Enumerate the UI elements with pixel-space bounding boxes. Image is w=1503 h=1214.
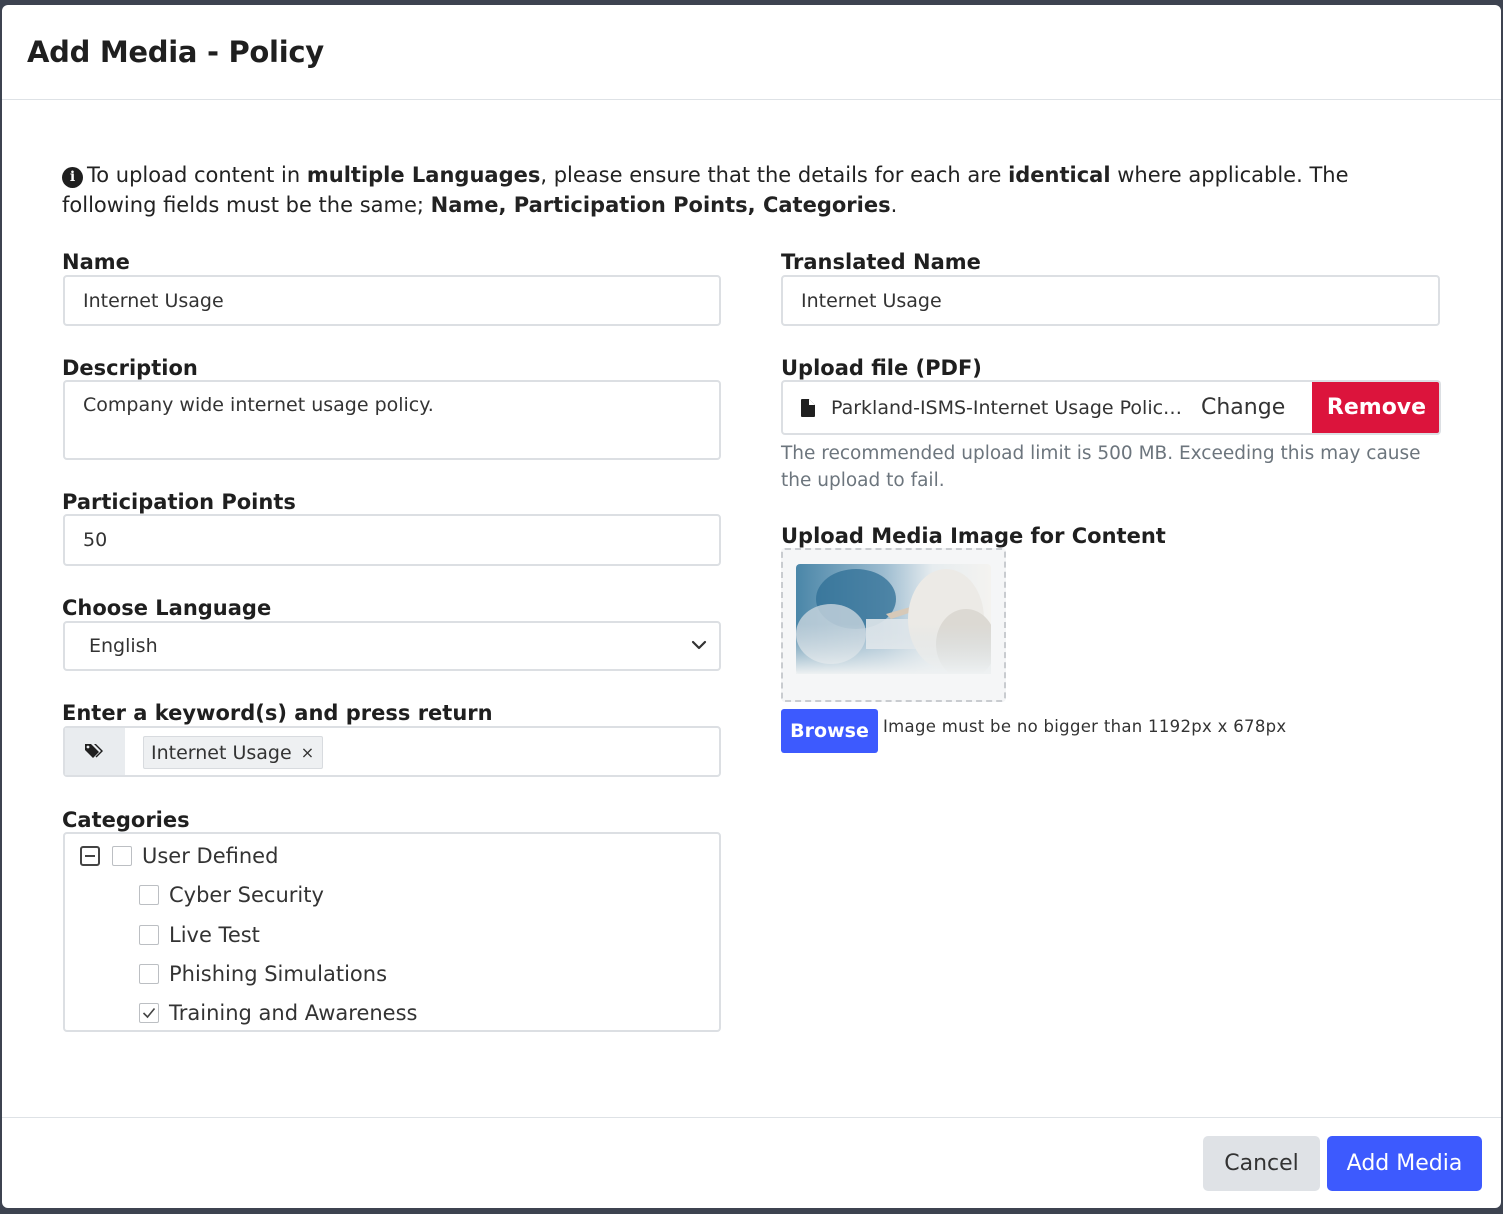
change-file-button[interactable]: Change (1201, 395, 1307, 420)
tags-icon (85, 743, 103, 758)
tree-label: Live Test (169, 923, 260, 947)
file-upload-field: Parkland-ISMS-Internet Usage Policy.pdf … (781, 380, 1441, 435)
keywords-input[interactable]: Internet Usage × (63, 726, 721, 777)
tree-label: Phishing Simulations (169, 962, 388, 986)
chevron-down-icon (691, 640, 707, 650)
info-circle-icon: i (62, 167, 83, 188)
checkbox-phishing-simulations[interactable] (139, 964, 159, 984)
uploaded-file-name: Parkland-ISMS-Internet Usage Policy.pdf (831, 396, 1183, 419)
checkbox-cyber-security[interactable] (139, 885, 159, 905)
notice-text: . (890, 193, 898, 217)
tree-node-training-awareness: Training and Awareness (139, 1001, 417, 1025)
minus-square-icon[interactable] (80, 846, 100, 866)
language-select[interactable]: English (63, 621, 721, 671)
notice-text: , please ensure that the details for eac… (540, 163, 1009, 187)
description-label: Description (62, 356, 198, 380)
media-image-dropzone[interactable] (781, 548, 1006, 702)
checkbox-training-awareness[interactable] (139, 1003, 159, 1023)
notice-text: To upload content in (87, 163, 307, 187)
modal-title: Add Media - Policy (27, 35, 324, 69)
tree-label: Training and Awareness (169, 1001, 418, 1025)
tree-label: Cyber Security (169, 883, 324, 907)
file-icon (801, 398, 815, 417)
check-icon (142, 1007, 156, 1019)
media-preview-image (796, 564, 991, 674)
name-input[interactable]: Internet Usage (63, 275, 721, 326)
language-notice: i To upload content in multiple Languages… (62, 160, 1402, 220)
tree-label-user-defined: User Defined (142, 844, 279, 868)
add-media-modal: Add Media - Policy i To upload content in… (2, 5, 1501, 1208)
tree-node-user-defined: User Defined (80, 844, 278, 868)
tree-node-cyber-security: Cyber Security (139, 883, 324, 907)
add-media-button[interactable]: Add Media (1327, 1136, 1482, 1191)
categories-label: Categories (62, 808, 190, 832)
language-label: Choose Language (62, 596, 272, 620)
tree-node-phishing-simulations: Phishing Simulations (139, 962, 387, 986)
remove-file-button[interactable]: Remove (1312, 382, 1439, 433)
name-label: Name (62, 250, 130, 274)
notice-bold: identical (1008, 163, 1111, 187)
keyword-tag-label: Internet Usage (151, 741, 292, 764)
keywords-label: Enter a keyword(s) and press return (62, 701, 493, 725)
modal-header: Add Media - Policy (2, 5, 1501, 100)
image-size-note: Image must be no bigger than 1192px x 67… (883, 717, 1287, 736)
notice-bold: Name, Participation Points, Categories (430, 193, 891, 217)
language-selected-value: English (89, 635, 158, 657)
points-label: Participation Points (62, 490, 296, 514)
media-image-label: Upload Media Image for Content (781, 524, 1166, 548)
translated-name-label: Translated Name (781, 250, 981, 274)
notice-bold: multiple Languages (306, 163, 541, 187)
modal-footer: Cancel Add Media (2, 1117, 1501, 1208)
upload-file-label: Upload file (PDF) (781, 356, 982, 380)
tree-node-live-test: Live Test (139, 923, 260, 947)
description-textarea[interactable]: Company wide internet usage policy. (63, 380, 721, 460)
browse-button[interactable]: Browse (781, 709, 878, 753)
categories-tree: User Defined Cyber Security Live Test Ph… (63, 832, 721, 1032)
remove-tag-icon[interactable]: × (301, 743, 314, 762)
points-input[interactable]: 50 (63, 514, 721, 566)
cancel-button[interactable]: Cancel (1203, 1136, 1320, 1191)
checkbox-live-test[interactable] (139, 925, 159, 945)
translated-name-input[interactable]: Internet Usage (781, 275, 1440, 326)
checkbox-user-defined[interactable] (112, 846, 132, 866)
keyword-tag: Internet Usage × (143, 736, 324, 769)
tags-addon (65, 728, 125, 775)
upload-limit-help: The recommended upload limit is 500 MB. … (781, 443, 1421, 491)
